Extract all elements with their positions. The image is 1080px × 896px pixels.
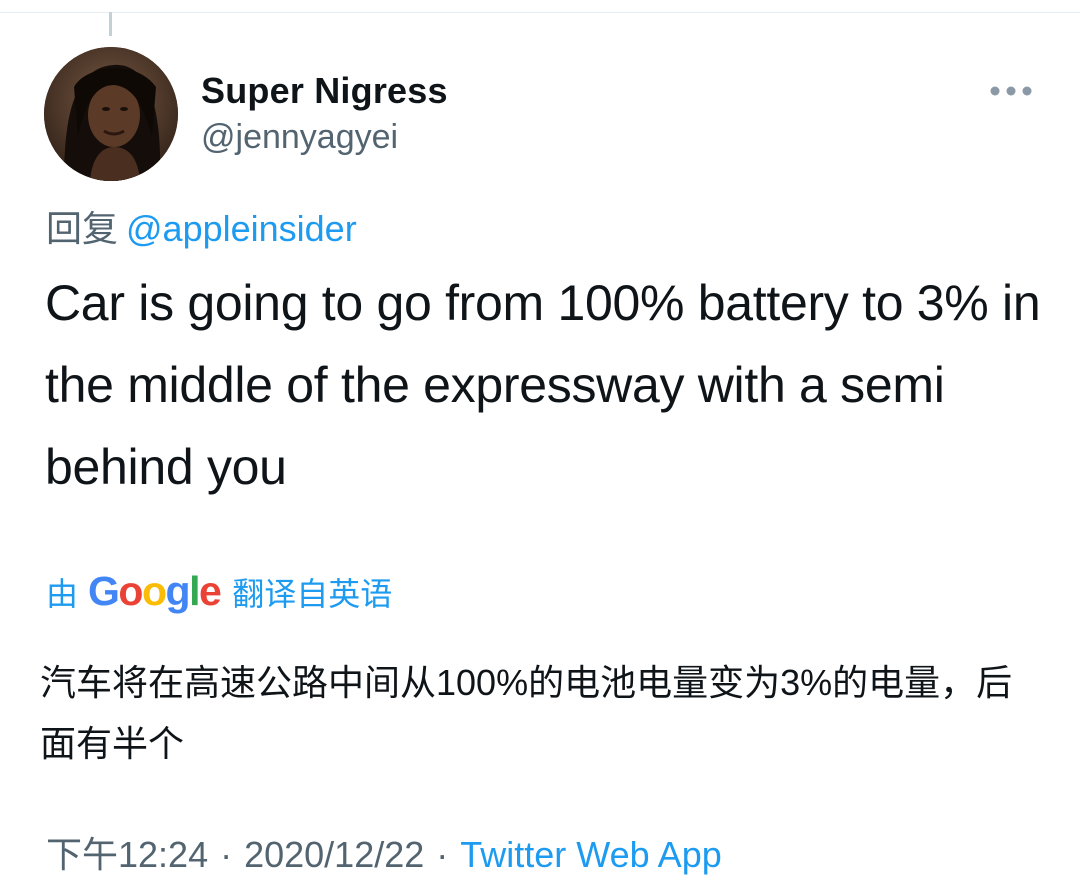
translation-prefix: 由: [46, 575, 79, 612]
author-handle[interactable]: @jennyagyei: [201, 118, 398, 157]
avatar[interactable]: [44, 47, 178, 181]
reply-prefix: 回复: [46, 208, 119, 249]
tweet-meta: 下午12:24 · 2020/12/22 · Twitter Web App: [46, 826, 722, 878]
meta-separator: ·: [220, 834, 233, 875]
tweet-date[interactable]: 2020/12/22: [244, 834, 424, 875]
google-logo: Google: [88, 568, 222, 614]
thread-connector-line: [109, 12, 112, 36]
tweet-time[interactable]: 下午12:24: [46, 834, 208, 875]
translation-suffix: 翻译自英语: [232, 575, 393, 612]
tweet-detail-screen: Super Nigress @jennyagyei 回复 @appleinside…: [0, 0, 1080, 896]
avatar-image: [44, 47, 178, 181]
meta-separator: ·: [436, 834, 449, 875]
tweet-source-link[interactable]: Twitter Web App: [460, 834, 721, 875]
translated-text: 汽车将在高速公路中间从100%的电池电量变为3%的电量，后面有半个: [40, 662, 1013, 764]
reply-context: 回复 @appleinsider: [46, 200, 357, 252]
translation-attribution[interactable]: 由 Google 翻译自英语: [46, 568, 392, 615]
top-divider: [0, 12, 1080, 13]
reply-mention-link[interactable]: @appleinsider: [126, 208, 357, 249]
author-display-name[interactable]: Super Nigress: [201, 70, 448, 112]
more-horizontal-icon[interactable]: [988, 80, 1034, 102]
tweet-text: Car is going to go from 100% battery to …: [45, 275, 1041, 495]
